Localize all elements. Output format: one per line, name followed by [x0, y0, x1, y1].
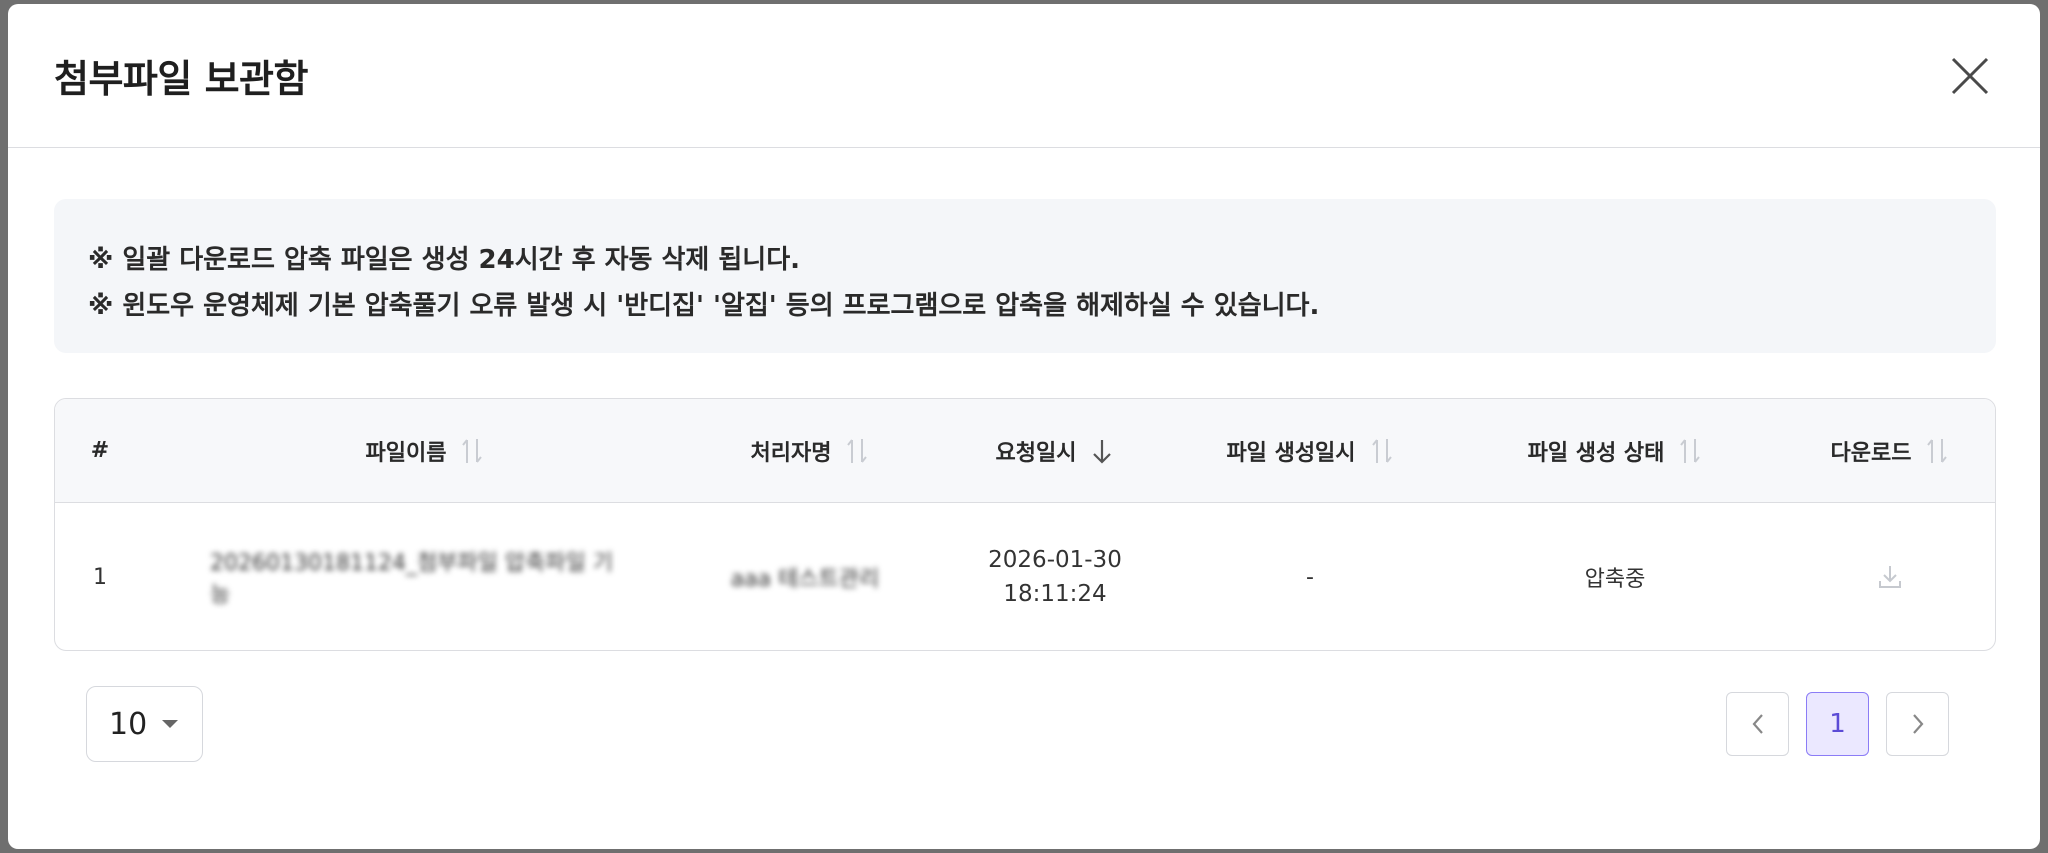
column-header-processor[interactable]: 처리자명: [725, 399, 895, 502]
sort-icon[interactable]: [460, 437, 484, 465]
next-page-button[interactable]: [1886, 692, 1949, 756]
pagination: 1: [1726, 692, 1956, 756]
download-icon: [1879, 566, 1901, 588]
row-index: 1: [93, 564, 107, 590]
chevron-right-icon: [1912, 714, 1923, 734]
close-icon: [1951, 57, 1989, 94]
archive-table: # 파일이름 처리자명 요청일시 파일 생성일시 파일 생성 상태 다운로드 1…: [54, 398, 1996, 651]
sort-icon[interactable]: [845, 437, 869, 465]
notice-line-unzip-help: ※ 윈도우 운영체제 기본 압축풀기 오류 발생 시 '반디집' '알집' 등의…: [88, 291, 1320, 321]
modal-header: 첨부파일 보관함: [8, 4, 2040, 148]
notice-line-auto-delete: ※ 일괄 다운로드 압축 파일은 생성 24시간 후 자동 삭제 됩니다.: [88, 245, 801, 275]
modal-title: 첨부파일 보관함: [54, 57, 308, 101]
row-processor: aaa 테스트관리: [730, 567, 880, 592]
row-requested-at: 2026-01-30 18:11:24: [965, 503, 1145, 650]
attachment-archive-modal: 첨부파일 보관함 ※ 일괄 다운로드 압축 파일은 생성 24시간 후 자동 삭…: [8, 4, 2040, 849]
column-header-created-at[interactable]: 파일 생성일시: [1215, 399, 1405, 502]
download-button[interactable]: [1855, 503, 1925, 650]
chevron-left-icon: [1752, 714, 1763, 734]
table-header: # 파일이름 처리자명 요청일시 파일 생성일시 파일 생성 상태 다운로드: [55, 399, 1995, 503]
close-button[interactable]: [1942, 48, 1998, 104]
table-row: 1 20260130181124_첨부파일 압축파일 기능 aaa 테스트관리 …: [55, 503, 1995, 650]
page-size-value: 10: [109, 706, 148, 742]
column-header-download[interactable]: 다운로드: [1815, 399, 1965, 502]
page-button-1[interactable]: 1: [1806, 692, 1869, 756]
column-header-requested-at[interactable]: 요청일시: [975, 399, 1135, 502]
sort-icon[interactable]: [1678, 437, 1702, 465]
sort-icon[interactable]: [1925, 437, 1949, 465]
caret-down-icon: [161, 719, 179, 729]
arrow-down-icon[interactable]: [1090, 437, 1114, 465]
page-size-select[interactable]: 10: [86, 686, 203, 762]
row-created-at: -: [1306, 564, 1314, 590]
row-requested-date: 2026-01-30: [988, 547, 1122, 573]
sort-icon[interactable]: [1370, 437, 1394, 465]
column-header-status[interactable]: 파일 생성 상태: [1505, 399, 1725, 502]
row-requested-time: 18:11:24: [1003, 581, 1107, 607]
row-status: 압축중: [1584, 567, 1646, 592]
notice-box: ※ 일괄 다운로드 압축 파일은 생성 24시간 후 자동 삭제 됩니다. ※ …: [54, 199, 1996, 353]
column-header-filename[interactable]: 파일이름: [325, 399, 525, 502]
prev-page-button[interactable]: [1726, 692, 1789, 756]
row-filename: 20260130181124_첨부파일 압축파일 기능: [210, 551, 614, 608]
column-header-index: #: [90, 438, 110, 463]
